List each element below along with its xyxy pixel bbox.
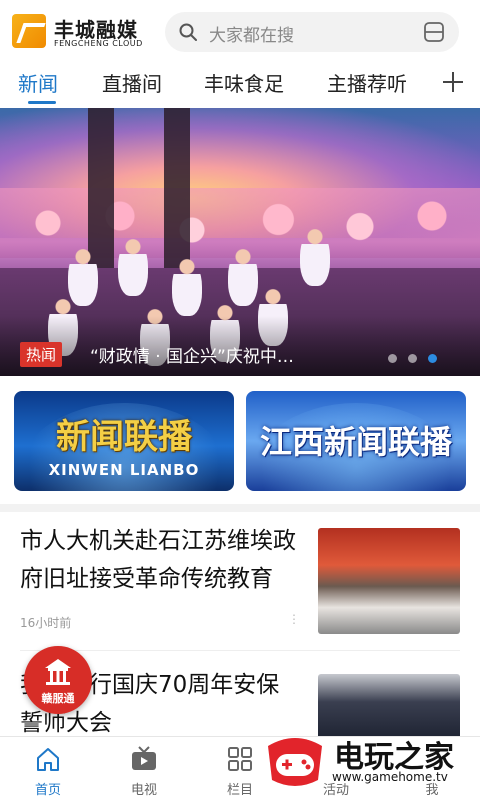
search-icon — [179, 23, 197, 41]
tab-anchor-recommend[interactable]: 主播荐听 — [327, 68, 407, 97]
more-options-icon[interactable]: ⋮ — [288, 612, 300, 626]
tab-food[interactable]: 丰味食足 — [204, 68, 284, 97]
gamepad-logo-icon — [268, 738, 322, 786]
banner-image-dancer — [300, 228, 330, 286]
pavilion-icon — [45, 659, 71, 685]
watermark-url: www.gamehome.tv — [332, 770, 448, 784]
hot-badge: 热闻 — [20, 342, 63, 367]
channel-tabs: 新闻 直播间 丰味食足 主播荐听 — [0, 62, 480, 108]
program-card-jiangxi-news[interactable]: 江西新闻联播 — [246, 391, 466, 491]
banner-title[interactable]: “财政情 · 国企兴”庆祝中… — [90, 342, 294, 367]
news-divider — [20, 650, 460, 651]
tab-live-room[interactable]: 直播间 — [102, 68, 162, 97]
banner-image-dancer — [172, 258, 202, 316]
nav-tv[interactable]: 电视 — [96, 737, 192, 800]
news-item[interactable]: 市人大机关赴石江苏维埃政府旧址接受革命传统教育 16小时前 ⋮ — [0, 512, 480, 652]
float-button-label: 赣服通 — [41, 692, 75, 705]
program-card-xinwen-lianbo[interactable]: 新闻联播 XINWEN LIANBO — [14, 391, 234, 491]
home-icon — [37, 748, 59, 771]
news-title[interactable]: 市人大机关赴石江苏维埃政府旧址接受革命传统教育 — [20, 522, 302, 598]
app-header: 丰城融媒 FENGCHENG CLOUD 大家都在搜 — [0, 0, 480, 62]
search-placeholder: 大家都在搜 — [209, 26, 294, 46]
carousel-dot-active[interactable] — [428, 354, 437, 363]
news-time: 16小时前 — [20, 616, 72, 630]
program-title: 新闻联播 — [56, 417, 192, 457]
ganfutong-float-button[interactable]: 赣服通 — [24, 646, 92, 714]
tab-news[interactable]: 新闻 — [18, 68, 58, 97]
search-bar[interactable]: 大家都在搜 — [165, 12, 459, 52]
nav-label: 首页 — [34, 783, 61, 798]
logo-mark-icon — [12, 14, 46, 48]
banner-image-dancer — [68, 248, 98, 306]
program-shortcuts: 新闻联播 XINWEN LIANBO 江西新闻联播 — [0, 376, 480, 504]
add-channel-icon[interactable] — [440, 66, 466, 96]
grid-icon — [228, 747, 252, 771]
tv-icon — [132, 746, 156, 770]
news-thumbnail[interactable] — [318, 674, 460, 736]
site-watermark: 电玩之家 www.gamehome.tv — [262, 730, 480, 800]
carousel-dots — [388, 354, 448, 364]
app-logo[interactable]: 丰城融媒 FENGCHENG CLOUD — [12, 12, 147, 52]
news-thumbnail[interactable] — [318, 528, 460, 634]
active-tab-indicator — [28, 101, 56, 104]
scan-icon[interactable] — [423, 21, 445, 43]
section-divider — [0, 504, 480, 512]
nav-label: 电视 — [130, 783, 157, 798]
logo-subtext: FENGCHENG CLOUD — [54, 39, 143, 48]
banner-image-dancer — [228, 248, 258, 306]
hero-banner[interactable]: 热闻 “财政情 · 国企兴”庆祝中… — [0, 108, 480, 376]
program-title: 江西新闻联播 — [259, 423, 452, 461]
nav-home[interactable]: 首页 — [0, 737, 96, 800]
banner-image-dancer — [118, 238, 148, 296]
program-subtitle: XINWEN LIANBO — [48, 461, 200, 479]
carousel-dot[interactable] — [388, 354, 397, 363]
carousel-dot[interactable] — [408, 354, 417, 363]
